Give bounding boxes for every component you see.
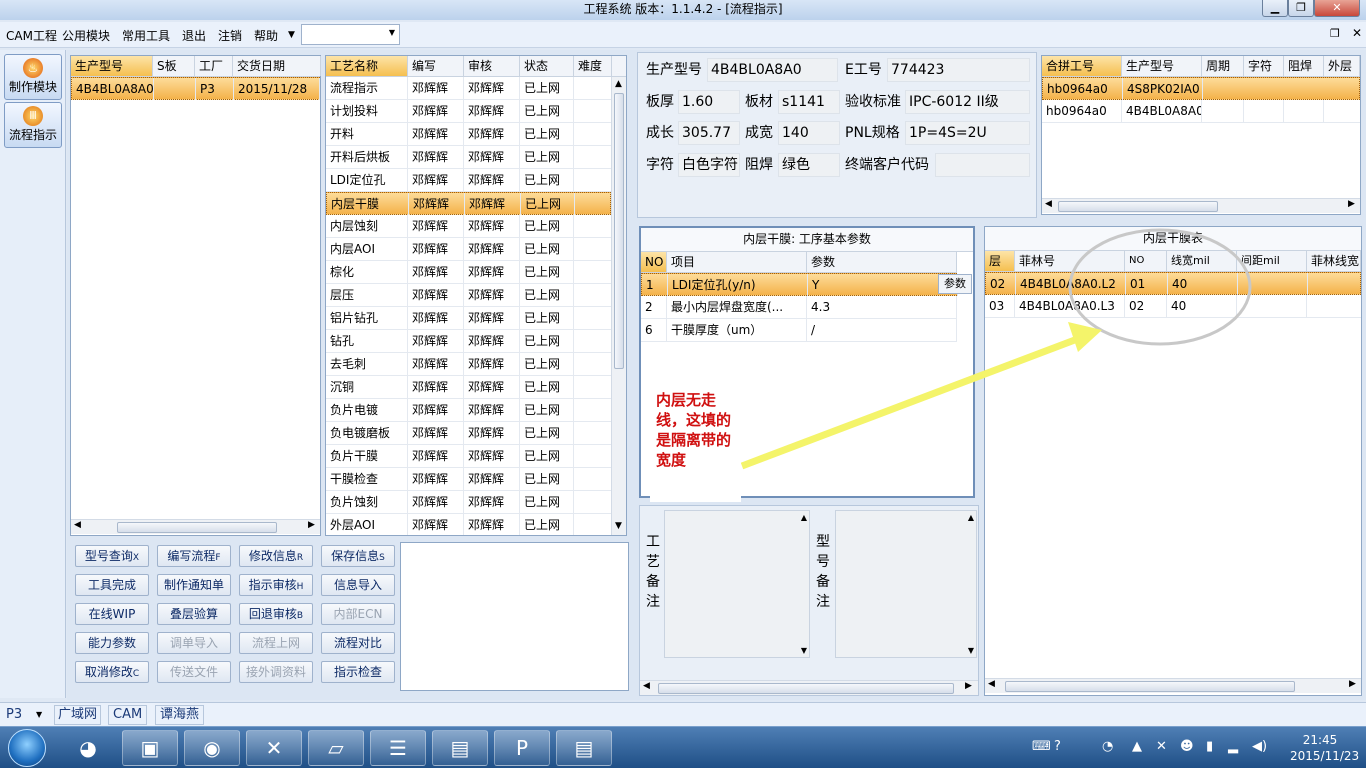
start-button-icon[interactable] — [8, 729, 46, 767]
status-network: 广域网 — [54, 705, 102, 725]
qq-icon[interactable]: ☻ — [1180, 739, 1194, 754]
clock-date: 2015/11/23 — [1290, 749, 1360, 763]
cross-app-icon[interactable]: ✕ — [246, 730, 302, 766]
document-app-icon[interactable]: ☰ — [370, 730, 426, 766]
keyboard-icon[interactable]: ⌨ — [1032, 739, 1051, 754]
clock[interactable]: 21:45 2015/11/23 — [1290, 732, 1360, 764]
eye-app-icon[interactable]: ◉ — [184, 730, 240, 766]
status-cam: CAM — [108, 705, 148, 725]
signal-icon[interactable]: ▂ — [1228, 739, 1238, 754]
tray-app-icon[interactable]: ▲ — [1132, 739, 1142, 754]
clock-time: 21:45 — [1302, 733, 1338, 747]
volume-icon[interactable]: ◀) — [1252, 739, 1267, 754]
save-app-icon[interactable]: ▣ — [122, 730, 178, 766]
taskbar: ◕ ▣ ◉ ✕ ▱ ☰ ▤ P ▤ ⌨ ? ◔ ▲ ✕ ☻ ▮ ▂ ◀) 21:… — [0, 726, 1366, 768]
chevron-down-icon[interactable]: ▼ — [36, 710, 42, 719]
annotation-note: 内层无走线，这填的是隔离带的宽度 — [650, 386, 741, 502]
help-icon[interactable]: ? — [1054, 739, 1061, 754]
status-bar: P3 ▼ 广域网 CAM 谭海燕 — [0, 702, 1366, 726]
active-window-icon[interactable]: ▤ — [556, 730, 612, 766]
chrome-icon[interactable]: ◕ — [60, 730, 116, 766]
annotation-overlay — [740, 228, 1252, 470]
highlight-arrow — [740, 334, 1082, 470]
status-user: 谭海燕 — [155, 705, 205, 725]
highlight-ellipse — [1068, 228, 1252, 346]
notes-app-icon[interactable]: ▱ — [308, 730, 364, 766]
wifi-icon[interactable]: ◔ — [1102, 739, 1113, 754]
battery-icon[interactable]: ▮ — [1206, 739, 1213, 754]
window-app-icon[interactable]: ▤ — [432, 730, 488, 766]
tray-cross-icon[interactable]: ✕ — [1156, 739, 1167, 754]
annotation-text: 内层无走线，这填的是隔离带的宽度 — [656, 391, 732, 469]
p-app-icon[interactable]: P — [494, 730, 550, 766]
factory-selector[interactable]: P3 — [6, 707, 22, 722]
